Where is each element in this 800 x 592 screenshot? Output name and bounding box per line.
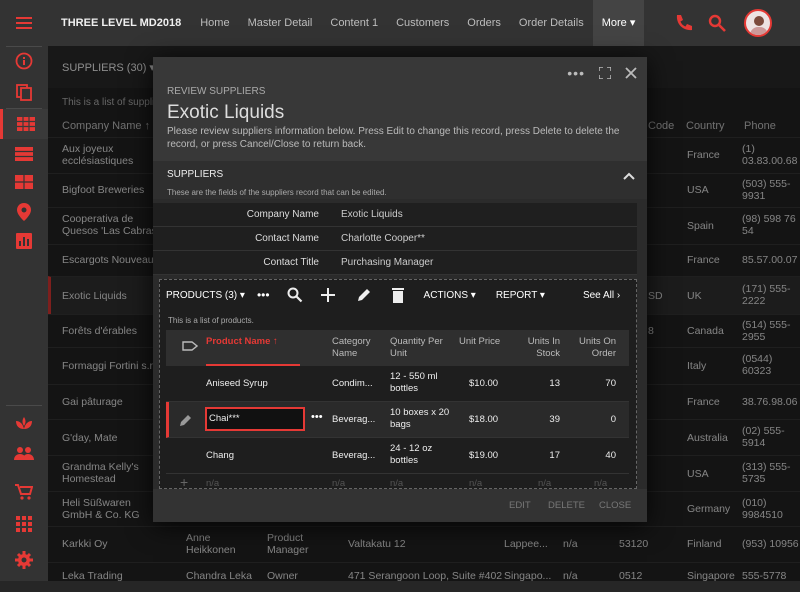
more-icon[interactable]: ••• <box>257 288 270 302</box>
app-title: THREE LEVEL MD2018 <box>61 17 182 29</box>
user-avatar[interactable] <box>744 9 772 37</box>
info-icon[interactable] <box>0 46 48 76</box>
table-row[interactable]: Aniseed Syrup Condim... 12 - 550 ml bottle… <box>166 366 629 402</box>
more-icon[interactable]: ••• <box>567 65 585 81</box>
settings-icon[interactable] <box>0 545 48 575</box>
report-menu[interactable]: REPORT ▾ <box>496 290 545 301</box>
label-icon <box>182 341 198 351</box>
edit-button[interactable]: EDIT <box>509 500 531 511</box>
col-quantity[interactable]: Quantity Per Unit <box>390 336 445 360</box>
chart-icon[interactable] <box>0 226 48 256</box>
grid-icon[interactable] <box>0 167 48 197</box>
left-rail <box>0 0 48 581</box>
close-button[interactable]: CLOSE <box>599 500 631 511</box>
field-contact-title: Contact Title Purchasing Manager <box>153 251 637 275</box>
cart-icon[interactable] <box>0 477 48 507</box>
modal-title: Exotic Liquids <box>167 102 285 123</box>
search-icon[interactable] <box>287 287 303 303</box>
add-row-icon: + <box>180 474 189 489</box>
add-icon[interactable] <box>320 288 335 302</box>
products-panel: PRODUCTS (3) ▾ ••• ACTIONS ▾ REPORT ▾ Se… <box>159 279 637 489</box>
field-contact-name: Contact Name Charlotte Cooper** <box>153 227 637 251</box>
modal-description: Please review suppliers information belo… <box>167 126 620 150</box>
col-units-in-stock[interactable]: Units In Stock <box>518 336 560 360</box>
section-title: SUPPLIERS <box>167 169 224 180</box>
phone-icon[interactable] <box>674 14 692 32</box>
nav-order-details[interactable]: Order Details <box>510 0 593 46</box>
edit-icon[interactable] <box>179 413 193 427</box>
edit-icon[interactable] <box>356 287 372 303</box>
actions-menu[interactable]: ACTIONS ▾ <box>424 290 476 301</box>
nav-content-1[interactable]: Content 1 <box>321 0 387 46</box>
field-company-name: Company Name Exotic Liquids <box>153 203 637 227</box>
delete-icon[interactable] <box>391 287 404 303</box>
fullscreen-icon[interactable] <box>599 67 611 79</box>
section-description: These are the fields of the suppliers re… <box>167 188 387 197</box>
products-info: This is a list of products. <box>168 316 254 325</box>
nav-home[interactable]: Home <box>191 0 238 46</box>
modal-footer: EDIT DELETE CLOSE <box>153 489 647 522</box>
modal-kicker: REVIEW SUPPLIERS <box>167 86 266 97</box>
product-name-input[interactable]: Chai*** <box>205 407 305 431</box>
copy-icon[interactable] <box>0 77 48 107</box>
caret-down-icon: ▾ <box>629 17 636 29</box>
search-icon[interactable] <box>708 14 726 32</box>
map-pin-icon[interactable] <box>0 197 48 227</box>
products-title[interactable]: PRODUCTS (3) ▾ <box>166 290 245 301</box>
nav-more[interactable]: More ▾ <box>592 0 645 46</box>
spa-icon[interactable] <box>0 408 48 438</box>
table-row[interactable]: Chang Beverag... 24 - 12 oz bottles $19.00 1… <box>166 438 629 474</box>
col-unit-price[interactable]: Unit Price <box>459 336 500 348</box>
col-category[interactable]: Category Name <box>332 336 378 360</box>
list-icon[interactable] <box>0 139 48 169</box>
review-suppliers-modal: ••• REVIEW SUPPLIERS Exotic Liquids Plea… <box>153 57 647 522</box>
col-product-name[interactable]: Product Name ↑ <box>206 336 300 366</box>
delete-button[interactable]: DELETE <box>548 500 585 511</box>
nav-master-detail[interactable]: Master Detail <box>239 0 322 46</box>
chevron-up-icon[interactable] <box>623 172 635 180</box>
people-icon[interactable] <box>0 438 48 468</box>
new-row[interactable]: + n/a n/a n/a n/a n/a n/a <box>166 474 629 489</box>
section-header[interactable]: SUPPLIERS These are the fields of the su… <box>153 161 647 199</box>
apps-icon[interactable] <box>0 509 48 539</box>
see-all-link[interactable]: See All › <box>583 290 620 301</box>
nav-customers[interactable]: Customers <box>387 0 458 46</box>
menu-icon[interactable] <box>0 8 48 38</box>
nav-orders[interactable]: Orders <box>458 0 510 46</box>
table-row-editing[interactable]: Chai*** ••• Beverag... 10 boxes x 20 bags… <box>166 402 629 438</box>
close-icon[interactable] <box>625 67 637 79</box>
table-icon[interactable] <box>0 109 48 139</box>
more-icon[interactable]: ••• <box>311 411 323 423</box>
top-bar: THREE LEVEL MD2018 Home Master Detail Co… <box>48 0 800 46</box>
col-units-on-order[interactable]: Units On Order <box>574 336 616 360</box>
